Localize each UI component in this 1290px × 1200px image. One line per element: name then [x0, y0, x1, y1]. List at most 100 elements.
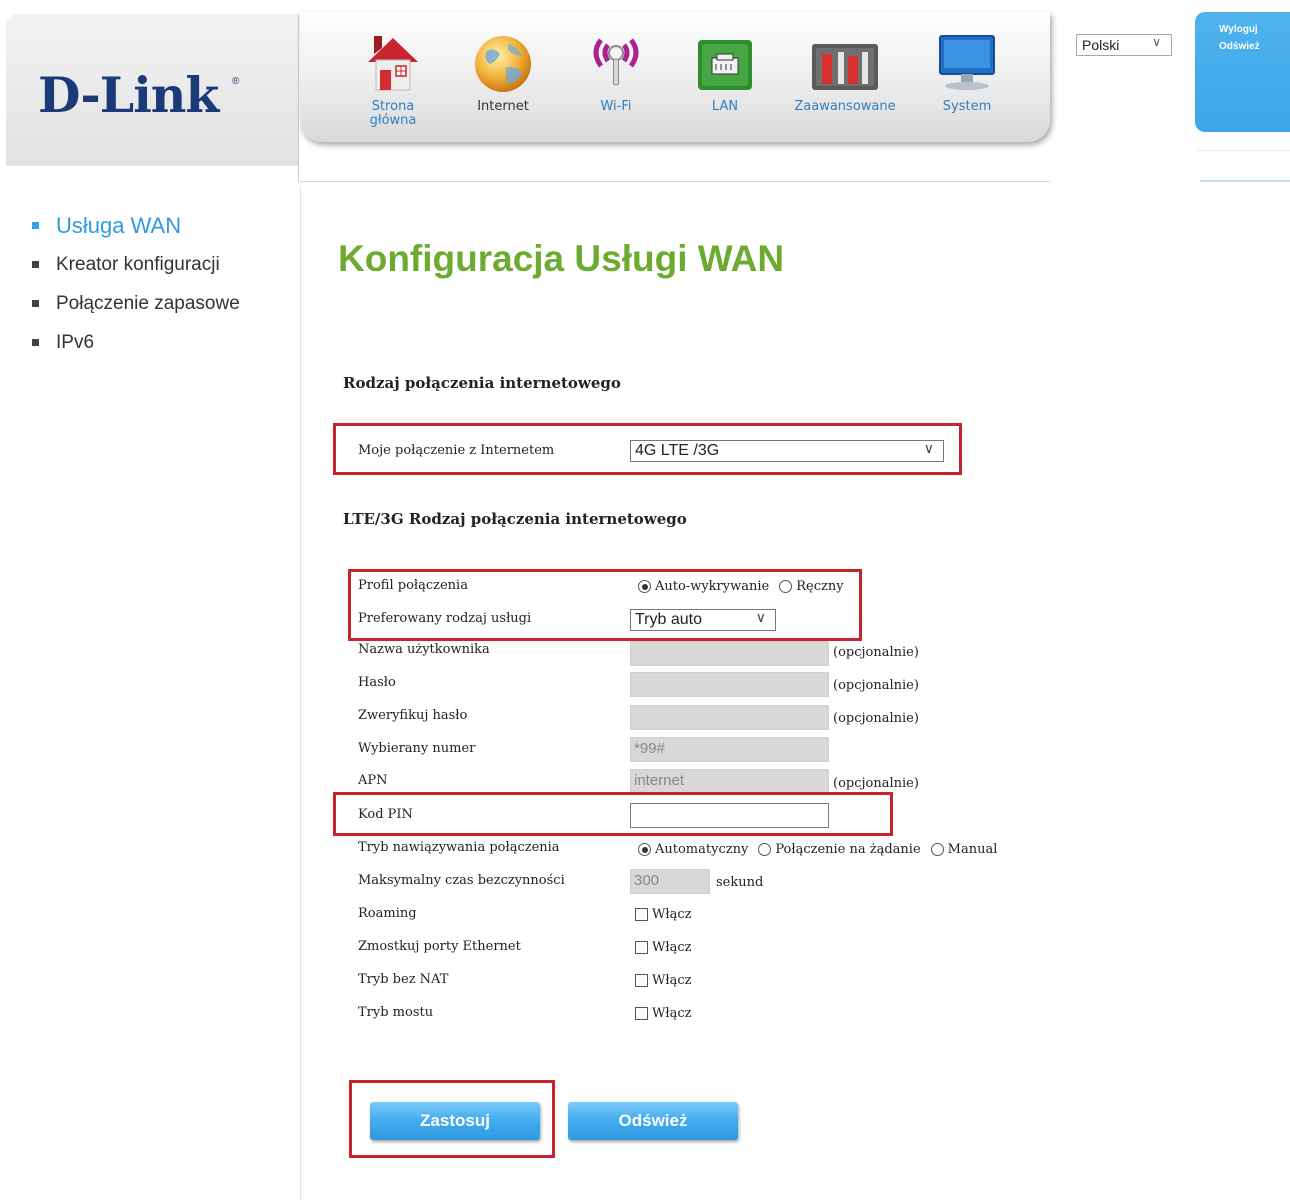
nav-home-label: Strona główna: [369, 99, 417, 128]
radio-manual-mode[interactable]: [930, 843, 944, 856]
nav-advanced[interactable]: Zaawansowane: [790, 30, 900, 114]
optional-hint: (opcjonalnie): [833, 776, 919, 791]
verify-password-input[interactable]: [630, 705, 829, 730]
sidebar-item-backup-connection[interactable]: Połączenie zapasowe: [32, 284, 240, 323]
bridge-mode-label: Tryb mostu: [358, 1005, 434, 1020]
radio-auto-detect[interactable]: [638, 580, 651, 593]
bridge-ethernet-check-row: Włącz: [635, 940, 691, 955]
dlink-logo: D-Link: [38, 66, 219, 124]
logo-panel: D-Link ®: [6, 14, 298, 166]
checkbox-label: Włącz: [652, 1006, 692, 1021]
nav-system-label: System: [942, 99, 992, 114]
nav-internet[interactable]: Internet: [470, 30, 536, 114]
connection-label: Moje połączenie z Internetem: [358, 443, 555, 458]
wifi-icon: [583, 30, 649, 98]
roaming-checkbox[interactable]: [635, 908, 648, 921]
service-type-select[interactable]: Tryb auto ∨: [630, 609, 776, 631]
connection-type-value: 4G LTE /3G: [635, 442, 720, 459]
side-accent-line: [1200, 180, 1290, 182]
nav-lan[interactable]: LAN: [692, 30, 758, 114]
radio-label: Manual: [947, 842, 998, 857]
no-nat-check-row: Włącz: [635, 973, 691, 988]
sidebar-item-setup-wizard[interactable]: Kreator konfiguracji: [32, 245, 240, 284]
chevron-down-icon: ∨: [755, 609, 766, 625]
refresh-link[interactable]: Odśwież: [1219, 41, 1290, 52]
sidebar: Usługa WAN Kreator konfiguracji Połączen…: [32, 206, 240, 362]
refresh-button[interactable]: Odśwież: [568, 1102, 738, 1140]
lan-port-icon: [692, 30, 758, 98]
bridge-mode-check-row: Włącz: [635, 1006, 691, 1021]
nav-wifi[interactable]: Wi-Fi: [583, 30, 649, 114]
radio-manual[interactable]: [779, 580, 793, 593]
house-icon: [360, 30, 426, 98]
tools-icon: [790, 30, 900, 98]
connection-mode-label: Tryb nawiązywania połączenia: [358, 840, 560, 855]
apn-input[interactable]: internet: [630, 769, 829, 794]
dial-number-input[interactable]: *99#: [630, 737, 829, 762]
sidebar-item-wan-service[interactable]: Usługa WAN: [32, 206, 240, 245]
sidebar-item-ipv6[interactable]: IPv6: [32, 323, 240, 362]
bridge-ethernet-checkbox[interactable]: [635, 941, 648, 954]
session-tab: Wyloguj Odśwież: [1195, 12, 1290, 132]
apply-button[interactable]: Zastosuj: [370, 1102, 540, 1140]
idle-time-input[interactable]: 300: [630, 869, 710, 894]
dial-number-label: Wybierany numer: [358, 741, 476, 756]
nav-lan-label: LAN: [711, 99, 739, 114]
nav-system[interactable]: System: [934, 30, 1000, 114]
bullet-icon: [32, 339, 39, 346]
checkbox-label: Włącz: [652, 973, 692, 988]
service-type-label: Preferowany rodzaj usługi: [358, 611, 532, 626]
roaming-label: Roaming: [358, 906, 417, 921]
language-value: Polski: [1082, 37, 1120, 53]
chevron-down-icon: ∨: [923, 440, 934, 456]
idle-time-label: Maksymalny czas bezczynności: [358, 873, 565, 888]
content-divider: [300, 186, 301, 1200]
connection-type-select[interactable]: 4G LTE /3G ∨: [630, 440, 944, 462]
bullet-icon: [32, 222, 39, 229]
optional-hint: (opcjonalnie): [833, 678, 919, 693]
pin-input[interactable]: [630, 803, 829, 828]
section-title-connection-type: Rodzaj połączenia internetowego: [343, 374, 621, 392]
sidebar-item-label: Połączenie zapasowe: [56, 292, 240, 314]
logout-link[interactable]: Wyloguj: [1219, 24, 1290, 35]
username-input[interactable]: [630, 641, 829, 666]
nav-internet-label: Internet: [477, 99, 529, 114]
page-title: Konfiguracja Usługi WAN: [338, 238, 785, 279]
language-select[interactable]: Polski ∨: [1076, 34, 1172, 56]
optional-hint: (opcjonalnie): [833, 711, 919, 726]
apn-label: APN: [358, 773, 388, 788]
main-nav: Strona główna Internet Wi-Fi LAN Zaawans…: [300, 12, 1050, 142]
sidebar-item-label: IPv6: [56, 331, 95, 353]
service-type-value: Tryb auto: [635, 611, 702, 628]
optional-hint: (opcjonalnie): [833, 645, 919, 660]
monitor-icon: [934, 30, 1000, 98]
no-nat-checkbox[interactable]: [635, 974, 648, 987]
side-divider: [1195, 150, 1290, 151]
header-divider: [298, 14, 299, 182]
verify-password-label: Zweryfikuj hasło: [358, 708, 468, 723]
radio-label: Połączenie na żądanie: [775, 842, 921, 857]
nav-advanced-label: Zaawansowane: [794, 99, 896, 114]
nav-wifi-label: Wi-Fi: [600, 99, 632, 114]
radio-on-demand[interactable]: [758, 843, 772, 856]
connection-mode-radio-group: Automatyczny Połączenie na żądanie Manua…: [638, 842, 1003, 857]
bullet-icon: [32, 261, 39, 268]
idle-unit: sekund: [716, 875, 764, 890]
pin-label: Kod PIN: [358, 807, 413, 822]
bridge-mode-checkbox[interactable]: [635, 1007, 648, 1020]
profile-radio-group: Auto-wykrywanie Ręczny: [638, 579, 850, 594]
bridge-ethernet-label: Zmostkuj porty Ethernet: [358, 939, 521, 954]
globe-icon: [470, 30, 536, 98]
sidebar-item-label: Usługa WAN: [56, 212, 182, 238]
sidebar-item-label: Kreator konfiguracji: [56, 253, 220, 275]
radio-automatic[interactable]: [638, 843, 651, 856]
radio-label: Automatyczny: [655, 842, 749, 857]
username-label: Nazwa użytkownika: [358, 642, 490, 657]
section-title-lte: LTE/3G Rodzaj połączenia internetowego: [343, 510, 687, 528]
nav-home[interactable]: Strona główna: [360, 30, 426, 128]
nav-ledge: [300, 142, 1050, 182]
checkbox-label: Włącz: [652, 940, 692, 955]
radio-label: Ręczny: [796, 579, 844, 594]
password-input[interactable]: [630, 672, 829, 697]
registered-mark: ®: [232, 76, 240, 87]
